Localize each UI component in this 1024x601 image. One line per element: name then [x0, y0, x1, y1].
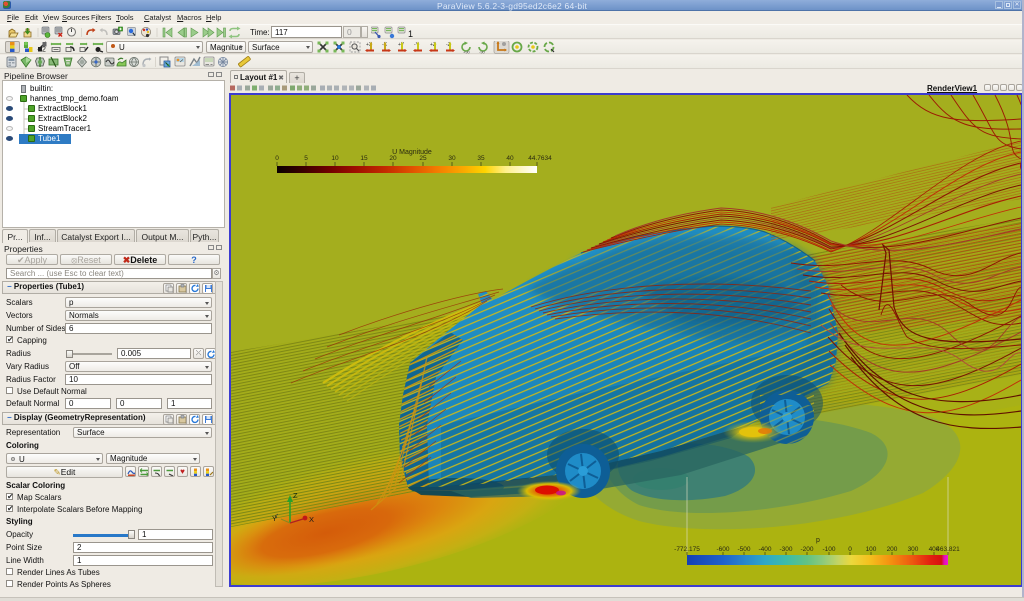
svg-text:-500: -500: [737, 546, 750, 553]
svg-text:p: p: [816, 537, 820, 544]
svg-text:2: 2: [42, 47, 46, 54]
svg-text:0: 0: [275, 155, 279, 162]
svg-text:200: 200: [887, 546, 898, 553]
svg-text:+90: +90: [463, 50, 471, 55]
svg-text:Z: Z: [293, 491, 298, 500]
svg-text:100: 100: [866, 546, 877, 553]
svg-text:-400: -400: [758, 546, 771, 553]
svg-text:15: 15: [360, 155, 368, 162]
svg-text:25: 25: [419, 155, 427, 162]
svg-text:463.821: 463.821: [936, 546, 960, 553]
svg-text:35: 35: [477, 155, 485, 162]
svg-text:1: 1: [408, 29, 413, 39]
svg-text:-90: -90: [479, 50, 486, 55]
svg-text:300: 300: [908, 546, 919, 553]
svg-text:X: X: [309, 515, 314, 524]
svg-text:44.7634: 44.7634: [528, 155, 552, 162]
svg-text:U Magnitude: U Magnitude: [392, 149, 432, 156]
svg-text:-772.175: -772.175: [674, 546, 700, 553]
svg-text:30: 30: [448, 155, 456, 162]
svg-text:40: 40: [506, 155, 514, 162]
svg-text:0: 0: [848, 546, 852, 553]
svg-text:10: 10: [331, 155, 339, 162]
svg-text:20: 20: [389, 155, 397, 162]
svg-text:-300: -300: [779, 546, 792, 553]
svg-text:-600: -600: [716, 546, 729, 553]
svg-text:-100: -100: [822, 546, 835, 553]
svg-text:5: 5: [304, 155, 308, 162]
svg-text:-200: -200: [800, 546, 813, 553]
